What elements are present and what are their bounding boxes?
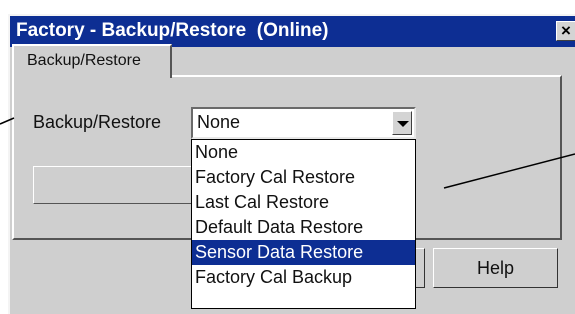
callout-lines — [0, 117, 575, 189]
callout-line-left — [0, 117, 15, 125]
callout-line-right — [443, 153, 575, 189]
